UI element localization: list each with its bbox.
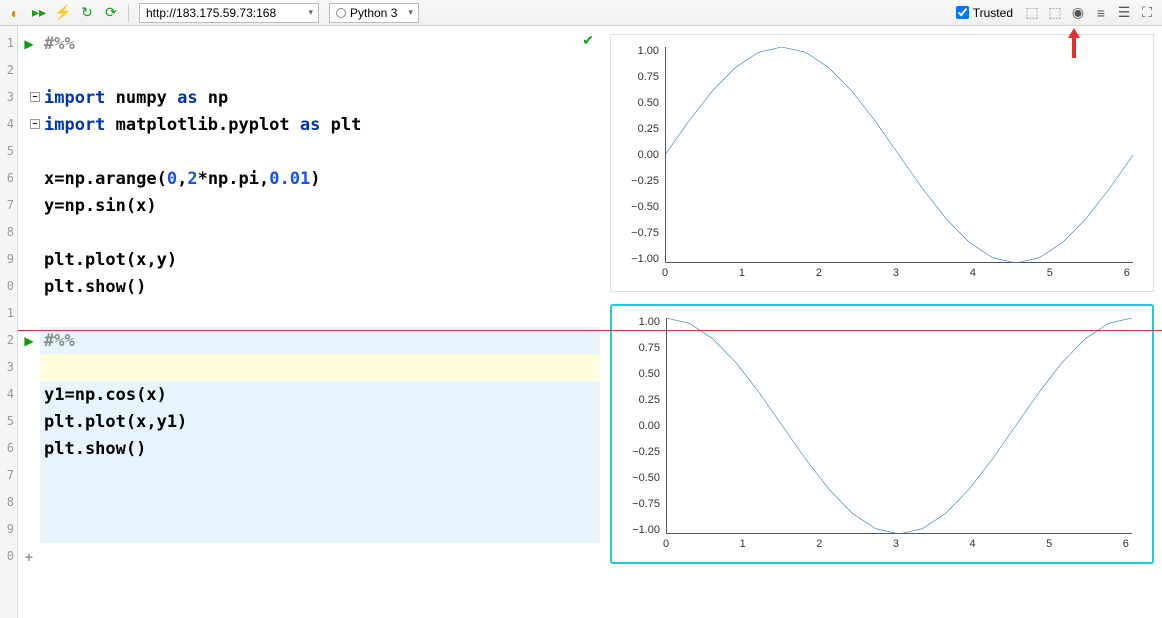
- lightning-icon[interactable]: ⚡: [52, 3, 74, 23]
- stop-icon[interactable]: ◐: [4, 3, 26, 23]
- code-line: [40, 462, 600, 489]
- outline-icon[interactable]: ☰: [1113, 3, 1135, 23]
- code-line: − import numpy as np: [40, 84, 600, 111]
- code-line: plt.show(): [40, 273, 600, 300]
- code-line: [40, 219, 600, 246]
- kernel-name: Python 3: [350, 6, 397, 20]
- code-line: − import matplotlib.pyplot as plt: [40, 111, 600, 138]
- fold-icon[interactable]: −: [30, 119, 40, 129]
- trusted-label: Trusted: [973, 6, 1013, 20]
- separator: [128, 4, 129, 22]
- sin-curve: [665, 47, 1133, 263]
- main-area: 12345678901234567890 ▶ ▶ + ✔ #%% − impor…: [0, 26, 1162, 618]
- kernel-status-icon: [336, 8, 346, 18]
- output-panel: 1.000.750.500.250.00−0.25−0.50−0.75−1.00…: [600, 26, 1162, 618]
- cell-up-icon[interactable]: ⬚: [1021, 3, 1043, 23]
- line-gutter: 12345678901234567890: [0, 26, 18, 618]
- plot-cos: 1.000.750.500.250.00−0.25−0.50−0.75−1.00…: [610, 304, 1154, 564]
- restart-icon[interactable]: ↻: [76, 3, 98, 23]
- run-gutter: ▶ ▶ +: [18, 26, 40, 618]
- code-line: x=np.arange(0,2*np.pi,0.01): [40, 165, 600, 192]
- code-line: [40, 300, 600, 327]
- code-line: #%%: [40, 327, 600, 354]
- trusted-checkbox[interactable]: Trusted: [956, 6, 1013, 20]
- code-line: #%%: [40, 30, 600, 57]
- view-icon[interactable]: ◉: [1067, 3, 1089, 23]
- run-cell-icon[interactable]: ▶: [24, 334, 33, 348]
- code-line: y1=np.cos(x): [40, 381, 600, 408]
- code-line: plt.plot(x,y): [40, 246, 600, 273]
- kernel-dropdown[interactable]: Python 3: [329, 3, 419, 23]
- code-line: [40, 138, 600, 165]
- code-line: [40, 489, 600, 516]
- cell-separator-line: [18, 330, 1162, 331]
- expand-icon[interactable]: ⛶: [1136, 3, 1158, 23]
- code-line: [40, 57, 600, 84]
- plot-sin: 1.000.750.500.250.00−0.25−0.50−0.75−1.00…: [610, 34, 1154, 292]
- toolbar: ◐ ▸▸ ⚡ ↻ ⟳ http://183.175.59.73:168 Pyth…: [0, 0, 1162, 26]
- y-axis-labels: 1.000.750.500.250.00−0.25−0.50−0.75−1.00: [618, 314, 666, 554]
- run-cell-icon[interactable]: ▶: [24, 37, 33, 51]
- fold-icon[interactable]: −: [30, 92, 40, 102]
- server-url-text: http://183.175.59.73:168: [146, 6, 276, 20]
- code-line: [40, 354, 600, 381]
- code-line: plt.plot(x,y1): [40, 408, 600, 435]
- x-axis-labels: 0123456: [666, 538, 1132, 554]
- x-axis-labels: 0123456: [665, 267, 1133, 283]
- list-icon[interactable]: ≡: [1090, 3, 1112, 23]
- editor[interactable]: ✔ #%% − import numpy as np − import matp…: [40, 26, 600, 618]
- cell-down-icon[interactable]: ⬚: [1044, 3, 1066, 23]
- trusted-check-input[interactable]: [956, 6, 969, 19]
- code-line: y=np.sin(x): [40, 192, 600, 219]
- y-axis-labels: 1.000.750.500.250.00−0.25−0.50−0.75−1.00: [617, 43, 665, 283]
- cos-curve: [666, 318, 1132, 534]
- server-url-dropdown[interactable]: http://183.175.59.73:168: [139, 3, 319, 23]
- annotation-arrow-icon: [1066, 28, 1082, 58]
- code-line: plt.show(): [40, 435, 600, 462]
- run-all-icon[interactable]: ▸▸: [28, 3, 50, 23]
- add-cell-icon[interactable]: +: [25, 549, 33, 565]
- restart-run-icon[interactable]: ⟳: [100, 3, 122, 23]
- code-line: [40, 516, 600, 543]
- check-ok-icon: ✔: [582, 32, 594, 49]
